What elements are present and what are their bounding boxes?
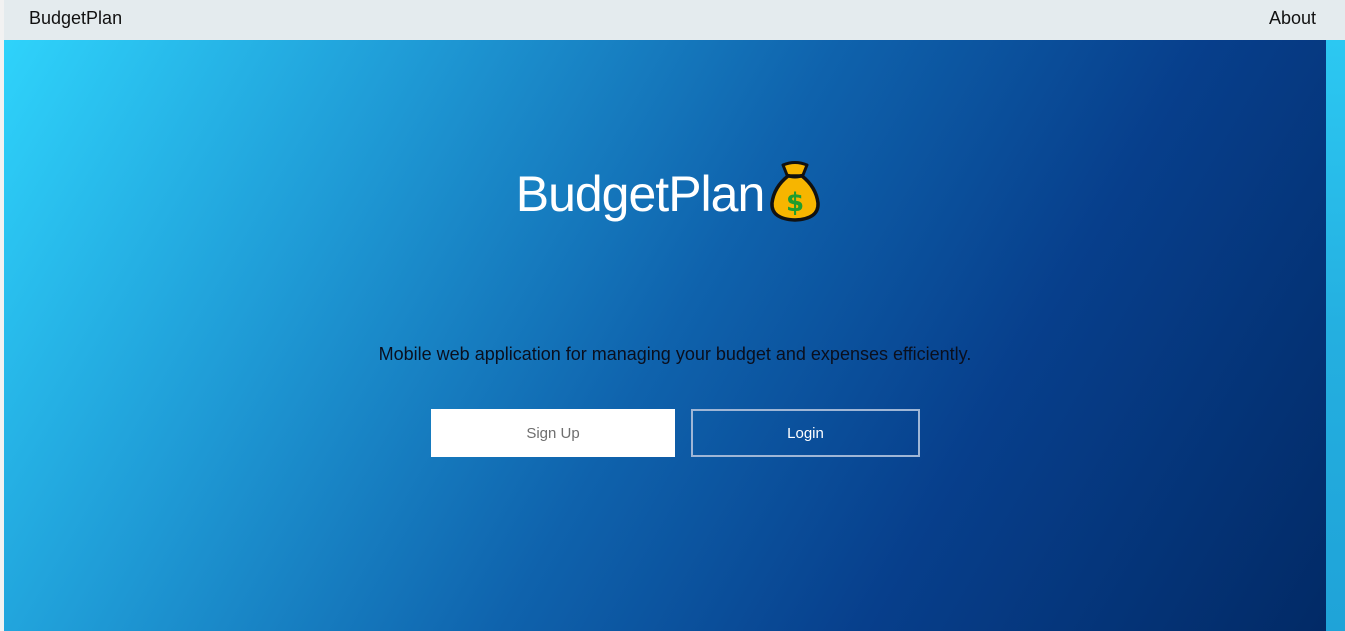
money-bag-icon: $ <box>766 159 824 225</box>
svg-text:$: $ <box>786 188 804 218</box>
navbar-brand-link[interactable]: BudgetPlan <box>29 8 122 29</box>
hero-title: BudgetPlan $ <box>0 160 1340 227</box>
hero-section <box>4 40 1326 631</box>
login-button[interactable]: Login <box>691 409 920 457</box>
hero-title-text: BudgetPlan <box>515 165 766 222</box>
signup-button[interactable]: Sign Up <box>431 409 675 457</box>
top-navbar: BudgetPlan About <box>4 0 1345 40</box>
page-scroll-strip <box>1326 40 1345 631</box>
about-link[interactable]: About <box>1269 8 1316 29</box>
hero-tagline: Mobile web application for managing your… <box>378 344 972 364</box>
